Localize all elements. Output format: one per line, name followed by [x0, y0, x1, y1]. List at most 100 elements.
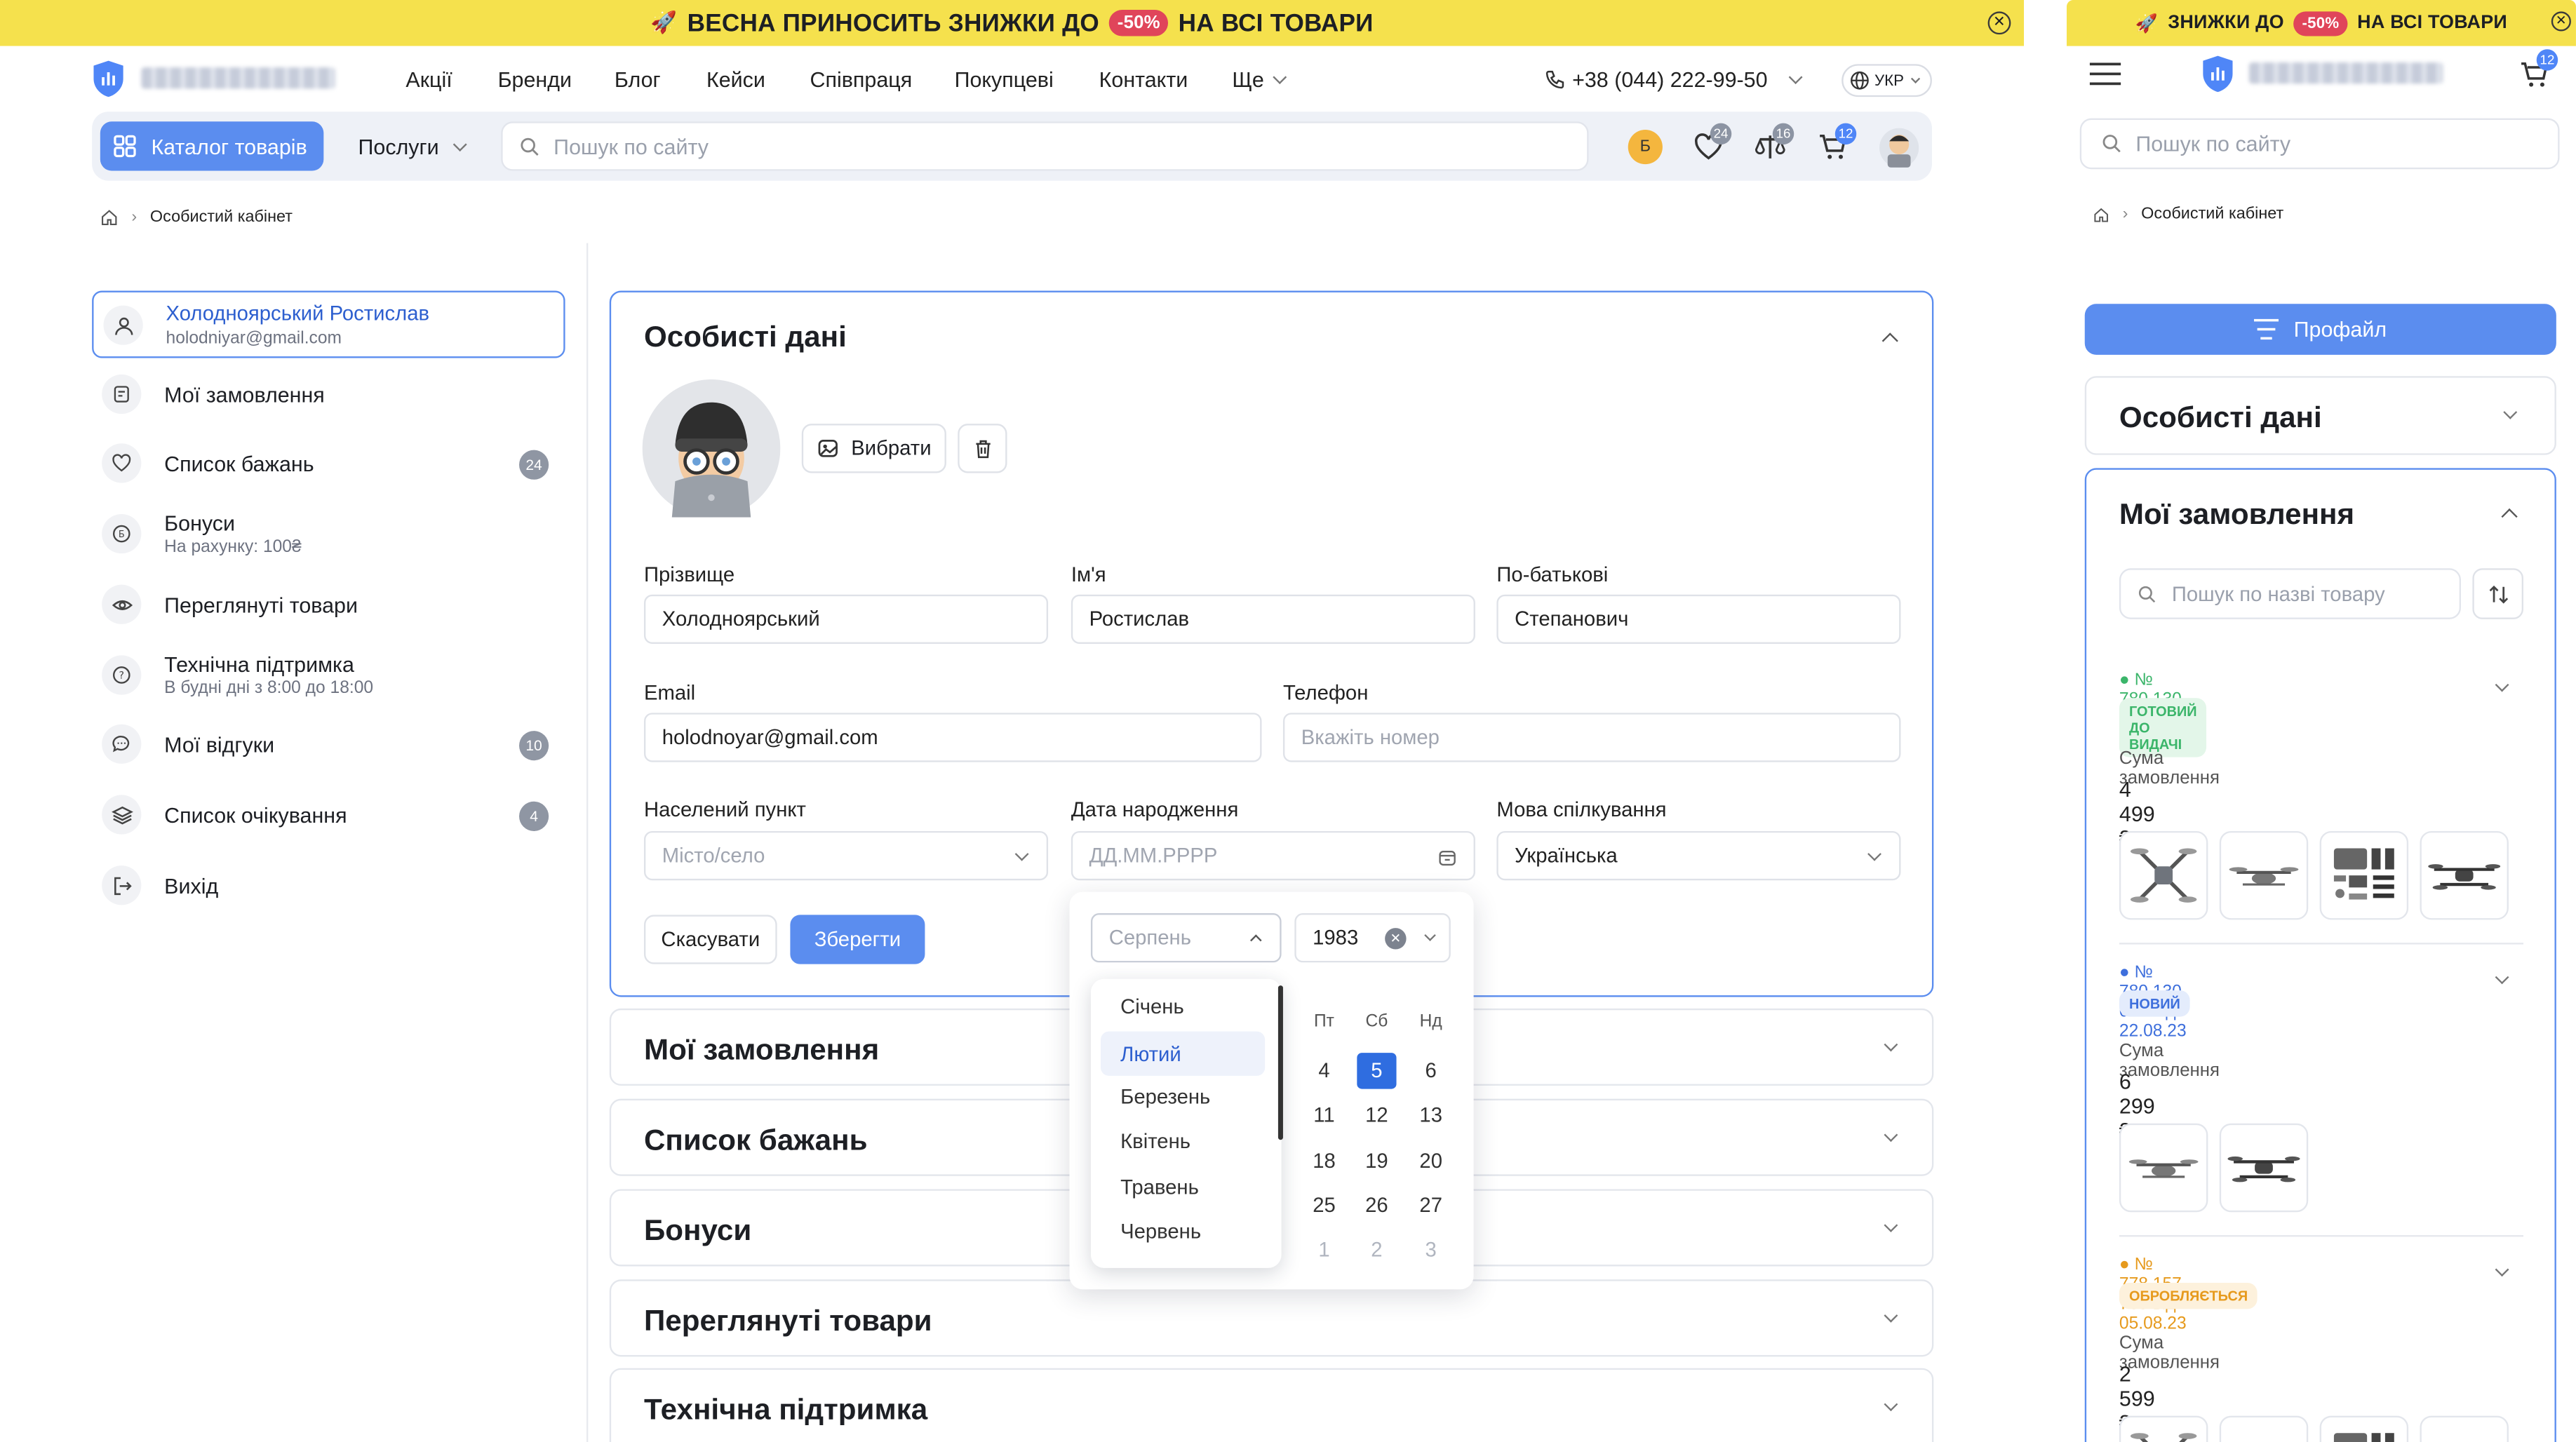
nav-link-cases[interactable]: Кейси — [706, 67, 765, 92]
logo-shield-icon[interactable] — [92, 59, 125, 98]
mobile-promo-banner[interactable]: 🚀 ЗНИЖКИ ДО -50% НА ВСІ ТОВАРИ ✕ — [2066, 0, 2576, 46]
sidebar-profile-card[interactable]: Холодноярський Ростислав holodniyar@gmai… — [92, 290, 565, 358]
grid-icon — [114, 135, 136, 158]
delete-photo-button[interactable] — [958, 424, 1007, 473]
phone-icon — [1545, 70, 1564, 89]
order-product-thumbnail[interactable] — [2319, 1415, 2409, 1442]
calendar-day[interactable]: 12 — [1357, 1098, 1396, 1134]
city-select[interactable]: Місто/село — [643, 830, 1049, 881]
month-option[interactable]: Червень — [1120, 1220, 1201, 1244]
section-support[interactable]: Технічна підтримка — [609, 1368, 1934, 1442]
middle-name-input[interactable]: Степанович — [1496, 594, 1901, 644]
nav-link-blog[interactable]: Блог — [615, 67, 661, 92]
month-option[interactable]: Травень — [1120, 1176, 1199, 1199]
order-product-thumbnail[interactable] — [2219, 1123, 2309, 1213]
language-select[interactable]: Українська — [1496, 830, 1901, 881]
bonus-button[interactable]: Б — [1628, 130, 1663, 165]
section-title: Мої замовлення — [643, 1032, 880, 1066]
calendar-day-selected[interactable]: 5 — [1357, 1053, 1397, 1089]
mobile-breadcrumb: › Особистий кабінет — [2093, 205, 2283, 223]
cancel-button[interactable]: Скасувати — [643, 915, 777, 964]
month-select[interactable]: Серпень — [1090, 913, 1282, 963]
section-viewed[interactable]: Переглянуті товари — [609, 1279, 1934, 1357]
calendar-day[interactable]: 4 — [1304, 1053, 1343, 1089]
order-product-thumbnail[interactable] — [2219, 1415, 2309, 1442]
chevron-up-icon[interactable] — [2501, 508, 2518, 525]
sidebar-item-bonuses[interactable]: Б Бонуси На рахунку: 100₴ — [92, 501, 565, 567]
sidebar-item-viewed[interactable]: Переглянуті товари — [92, 572, 565, 638]
nav-link-more[interactable]: Ще — [1232, 67, 1263, 92]
sort-button[interactable] — [2472, 568, 2524, 619]
sidebar-item-waitlist[interactable]: Список очікування 4 — [92, 782, 565, 848]
close-icon[interactable]: ✕ — [2551, 11, 2571, 32]
home-icon[interactable] — [2093, 206, 2109, 222]
year-select[interactable]: 1983 ✕ — [1294, 913, 1451, 963]
email-input[interactable]: holodnoyar@gmail.com — [643, 713, 1262, 762]
sidebar-item-wishlist[interactable]: Список бажань 24 — [92, 431, 565, 497]
chevron-down-icon[interactable] — [2495, 970, 2509, 985]
birth-date-input[interactable]: ДД.ММ.РРРР — [1071, 830, 1475, 881]
sidebar-item-logout[interactable]: Вихід — [92, 852, 565, 918]
sidebar-item-support[interactable]: ? Технічна підтримка В будні дні з 8:00 … — [92, 642, 565, 708]
chevron-down-icon[interactable] — [2495, 678, 2509, 692]
services-dropdown[interactable]: Послуги — [358, 135, 467, 159]
order-product-thumbnail[interactable] — [2420, 830, 2509, 920]
logo-shield-icon[interactable] — [2201, 54, 2234, 93]
header-phone[interactable]: +38 (044) 222-99-50 — [1572, 67, 1767, 92]
order-product-thumbnail[interactable] — [2319, 830, 2409, 920]
calendar-day-next-month[interactable]: 3 — [1411, 1232, 1451, 1269]
nav-link-promotions[interactable]: Акції — [405, 67, 452, 92]
nav-link-brands[interactable]: Бренди — [498, 67, 572, 92]
order-product-thumbnail[interactable] — [2219, 830, 2309, 920]
calendar-day[interactable]: 19 — [1357, 1143, 1396, 1179]
profile-button[interactable]: Профайл — [2084, 304, 2556, 355]
bonus-balance: На рахунку: 100₴ — [164, 537, 302, 557]
calendar-day[interactable]: 20 — [1411, 1143, 1451, 1179]
sidebar-item-reviews[interactable]: Мої відгуки 10 — [92, 711, 565, 777]
calendar-day[interactable]: 13 — [1411, 1098, 1451, 1134]
calendar-day[interactable]: 26 — [1357, 1187, 1396, 1224]
order-product-thumbnail[interactable] — [2420, 1415, 2509, 1442]
calendar-day[interactable]: 6 — [1411, 1053, 1451, 1089]
search-input[interactable]: Пошук по сайту — [501, 121, 1589, 171]
calendar-day[interactable]: 11 — [1304, 1098, 1343, 1134]
promo-banner[interactable]: 🚀 ВЕСНА ПРИНОСИТЬ ЗНИЖКИ ДО -50% НА ВСІ … — [0, 0, 2025, 46]
chevron-up-icon[interactable] — [1881, 332, 1898, 349]
calendar-day-next-month[interactable]: 2 — [1357, 1232, 1396, 1269]
mobile-section-personal[interactable]: Особисті дані — [2084, 376, 2556, 455]
language-switcher[interactable]: УКР — [1842, 64, 1932, 97]
phone-input[interactable]: Вкажіть номер — [1282, 713, 1901, 762]
calendar-day[interactable]: 25 — [1304, 1187, 1343, 1224]
month-option[interactable]: Березень — [1120, 1086, 1210, 1109]
home-icon[interactable] — [100, 208, 119, 227]
calendar-icon[interactable] — [1437, 847, 1457, 867]
nav-link-contacts[interactable]: Контакти — [1099, 67, 1188, 92]
chevron-down-icon — [1014, 847, 1029, 861]
month-option-highlighted[interactable]: Лютий — [1101, 1031, 1266, 1076]
calendar-day-next-month[interactable]: 1 — [1304, 1232, 1343, 1269]
order-product-thumbnail[interactable] — [2119, 830, 2208, 920]
month-option[interactable]: Квітень — [1120, 1130, 1190, 1153]
menu-icon[interactable] — [2089, 62, 2121, 86]
close-icon[interactable]: ✕ — [1987, 11, 2011, 35]
avatar[interactable] — [1879, 128, 1919, 168]
catalog-button[interactable]: Каталог товарів — [100, 121, 324, 171]
chevron-down-icon[interactable] — [2495, 1262, 2509, 1277]
order-product-thumbnail[interactable] — [2119, 1123, 2208, 1213]
choose-photo-button[interactable]: Вибрати — [801, 424, 946, 473]
order-search-input[interactable]: Пошук по назві товару — [2119, 568, 2462, 619]
nav-link-buyers[interactable]: Покупцеві — [955, 67, 1054, 92]
clear-icon[interactable]: ✕ — [1385, 928, 1407, 950]
order-product-thumbnail[interactable] — [2119, 1415, 2208, 1442]
month-option[interactable]: Січень — [1120, 995, 1184, 1018]
calendar-day[interactable]: 27 — [1411, 1187, 1451, 1224]
orders-icon — [102, 374, 142, 415]
save-button[interactable]: Зберегти — [790, 915, 925, 964]
mobile-search-input[interactable]: Пошук по сайту — [2079, 118, 2560, 170]
nav-link-cooperation[interactable]: Співпраця — [810, 67, 913, 92]
calendar-day[interactable]: 18 — [1304, 1143, 1343, 1179]
last-name-input[interactable]: Холодноярський — [643, 594, 1049, 644]
scrollbar[interactable] — [1277, 985, 1283, 1140]
sidebar-item-orders[interactable]: Мої замовлення — [92, 361, 565, 427]
first-name-input[interactable]: Ростислав — [1071, 594, 1475, 644]
